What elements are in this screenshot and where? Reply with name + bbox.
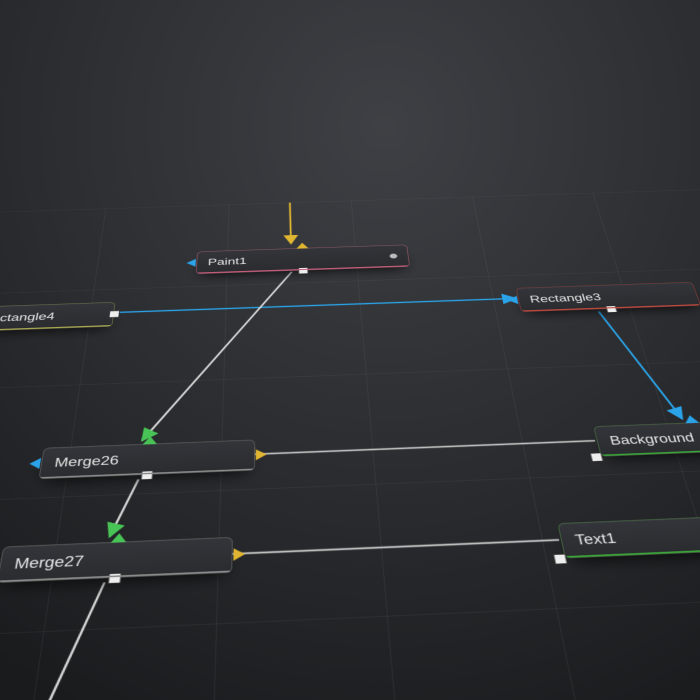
fg-port-icon[interactable] (143, 436, 158, 444)
viewer-dot-icon[interactable] (389, 254, 397, 259)
bg-port-icon[interactable] (296, 243, 308, 249)
mask-port-icon[interactable] (28, 458, 41, 469)
node-label: Rectangle3 (529, 289, 687, 305)
bg-port-icon[interactable] (233, 548, 245, 561)
output-port-icon[interactable] (141, 470, 154, 480)
mask-port-icon[interactable] (507, 296, 518, 305)
output-port-icon[interactable] (605, 305, 617, 312)
output-port-icon[interactable] (108, 573, 122, 584)
output-port-icon[interactable] (590, 453, 604, 462)
fg-port-icon[interactable] (111, 533, 127, 543)
bg-port-icon[interactable] (256, 449, 267, 460)
output-port-icon[interactable] (298, 267, 308, 274)
output-port-icon[interactable] (109, 310, 120, 317)
node-label: Paint1 (208, 251, 383, 267)
mask-port-icon[interactable] (683, 415, 699, 423)
node-label: Rectangle4 (0, 309, 103, 325)
output-port-icon[interactable] (553, 554, 568, 565)
node-graph-canvas[interactable]: Paint1 Rectangle4 Rectangle3 Background … (0, 0, 700, 700)
mask-port-icon[interactable] (186, 259, 196, 267)
